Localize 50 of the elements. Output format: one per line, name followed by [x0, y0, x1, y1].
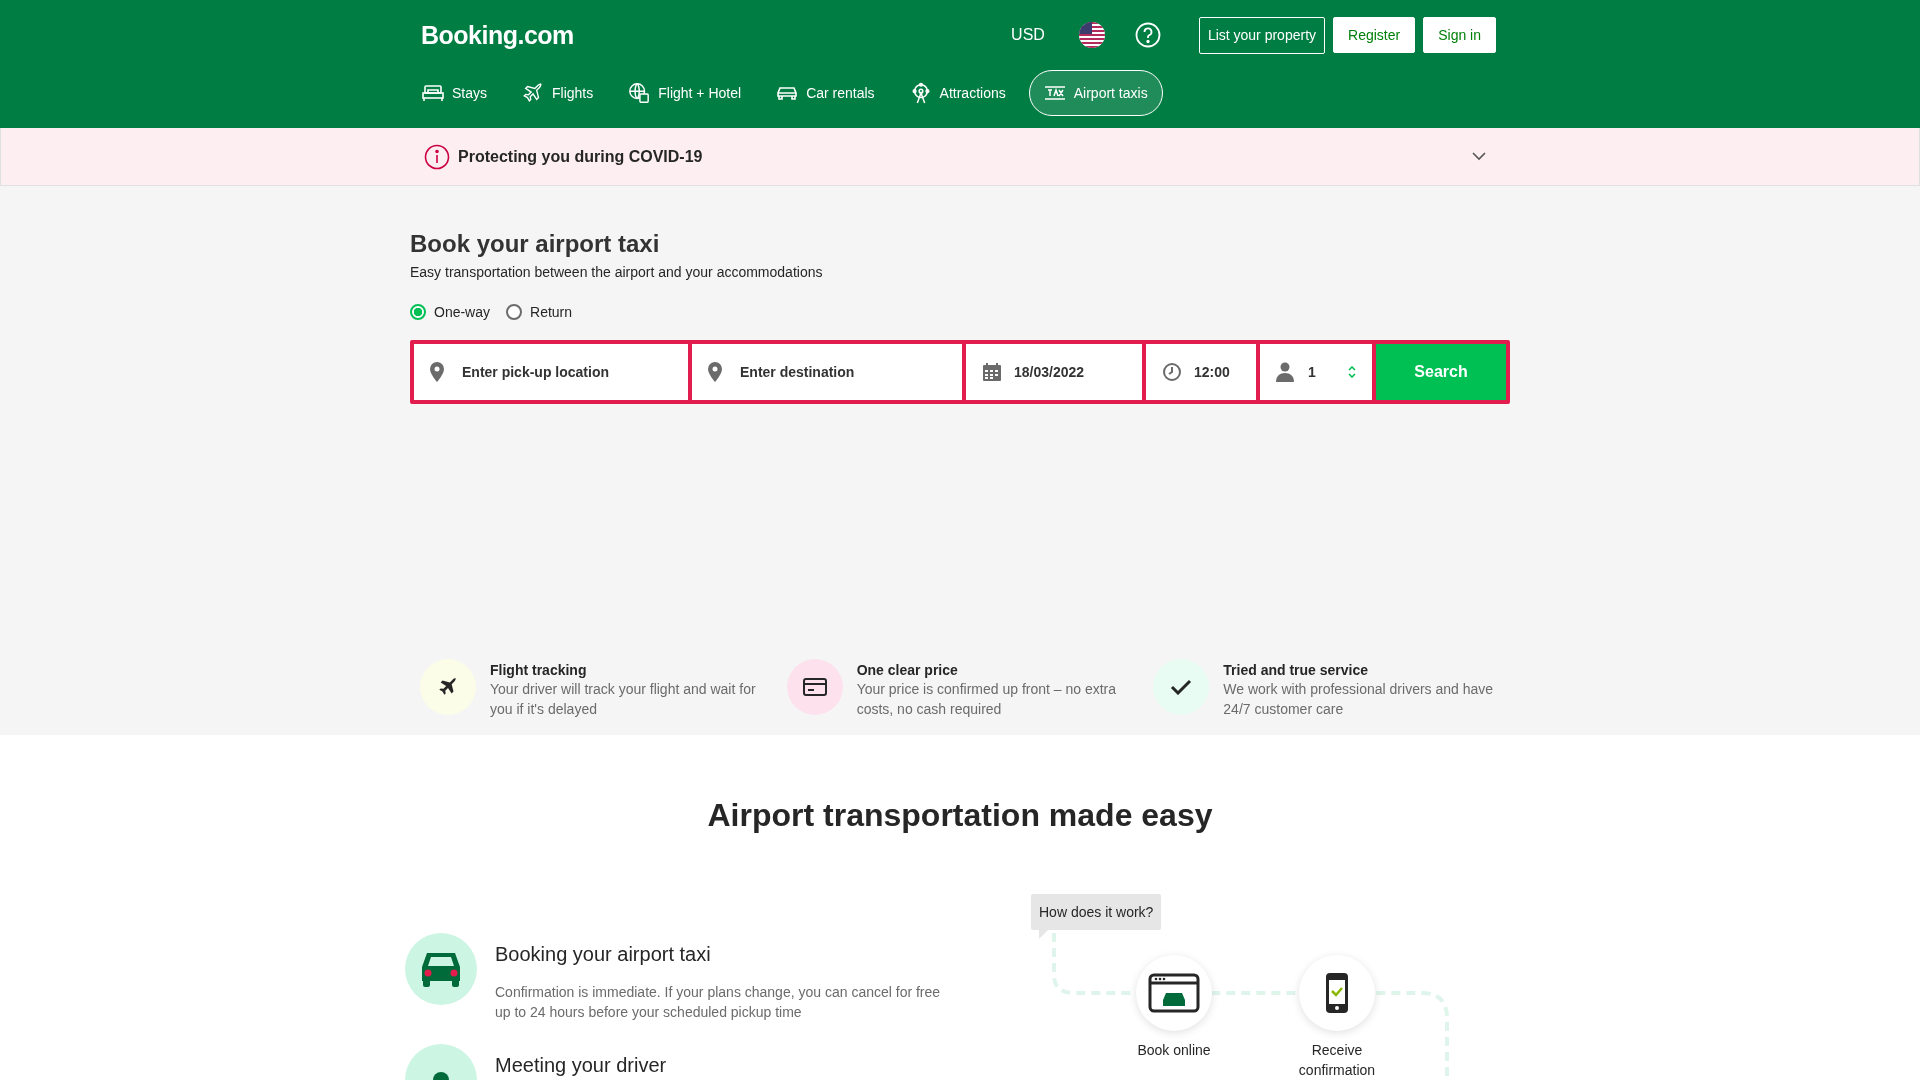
radio-button[interactable] — [506, 304, 523, 320]
bed-icon — [422, 84, 444, 102]
airplane-icon — [522, 82, 544, 104]
step-title: Meeting your driver — [495, 1054, 667, 1077]
info-icon — [424, 143, 450, 170]
date-field[interactable]: 18/03/2022 — [966, 344, 1142, 400]
feature-text: We work with professional drivers and have 24/7 customer care — [1223, 680, 1495, 719]
section-heading: Airport transportation made easy — [706, 796, 1214, 834]
airplane-icon — [437, 676, 459, 698]
browser-car-icon — [1148, 973, 1200, 1013]
globe-icon — [628, 82, 651, 104]
bubble-tail-icon — [1039, 929, 1049, 939]
nav-tab[interactable]: Car rentals — [764, 70, 892, 116]
sign-in-button[interactable]: Sign in — [1423, 17, 1496, 53]
passengers-field[interactable]: 1 — [1260, 344, 1372, 400]
phone-check-icon — [1325, 972, 1349, 1014]
step-text: Confirmation is immediate. If your plans change, you can cancel for free up to 24 hours before your scheduled pickup time — [495, 983, 942, 1022]
checkmark-icon — [1170, 679, 1193, 695]
list-property-button[interactable]: List your property — [1198, 16, 1326, 54]
nav-tab[interactable]: Stays — [410, 70, 504, 116]
time-field[interactable]: 12:00 — [1146, 344, 1256, 400]
register-button[interactable]: Register — [1333, 17, 1416, 53]
step-title: Booking your airport taxi — [495, 943, 712, 966]
feature-text: Your driver will track your flight and wait for you if it's delayed — [490, 680, 757, 719]
nav-tab[interactable]: Attractions — [897, 70, 1023, 116]
nav-tab[interactable]: Airport taxis — [1028, 70, 1163, 116]
car-icon — [776, 84, 799, 102]
nav-tab[interactable]: Flights — [510, 70, 611, 116]
pickup-field[interactable]: Enter pick-up location — [414, 344, 688, 400]
feature-text: Your price is confirmed up front – no extra costs, no cash required — [856, 680, 1118, 719]
page-subtitle: Easy transportation between the airport and your accommodations — [410, 264, 824, 280]
currency-selector[interactable]: USD — [1011, 26, 1045, 44]
page-title: Book your airport taxi — [410, 230, 661, 258]
logo[interactable]: Booking.com — [421, 20, 1012, 50]
nav-tab[interactable]: Flight + Hotel — [616, 70, 759, 116]
covid-banner-title[interactable]: Protecting you during COVID-19 — [458, 147, 1464, 166]
radio-label[interactable]: One-way — [434, 304, 491, 320]
feature-title: One clear price — [856, 662, 959, 678]
flag-icon[interactable] — [1078, 22, 1105, 48]
feature-title: Flight tracking — [490, 662, 588, 678]
taxi-sign-icon — [1043, 85, 1066, 101]
step-node-label: Book online — [1136, 1041, 1212, 1060]
credit-card-icon — [802, 678, 827, 696]
chevron-down-icon[interactable] — [1472, 152, 1486, 161]
destination-field[interactable]: Enter destination — [692, 344, 962, 400]
radio-label[interactable]: Return — [530, 304, 573, 320]
help-icon[interactable] — [1134, 22, 1161, 48]
radio-button[interactable] — [410, 304, 426, 320]
step-node-label: Receive confirmation — [1297, 1041, 1377, 1080]
feature-title: Tried and true service — [1223, 662, 1370, 678]
